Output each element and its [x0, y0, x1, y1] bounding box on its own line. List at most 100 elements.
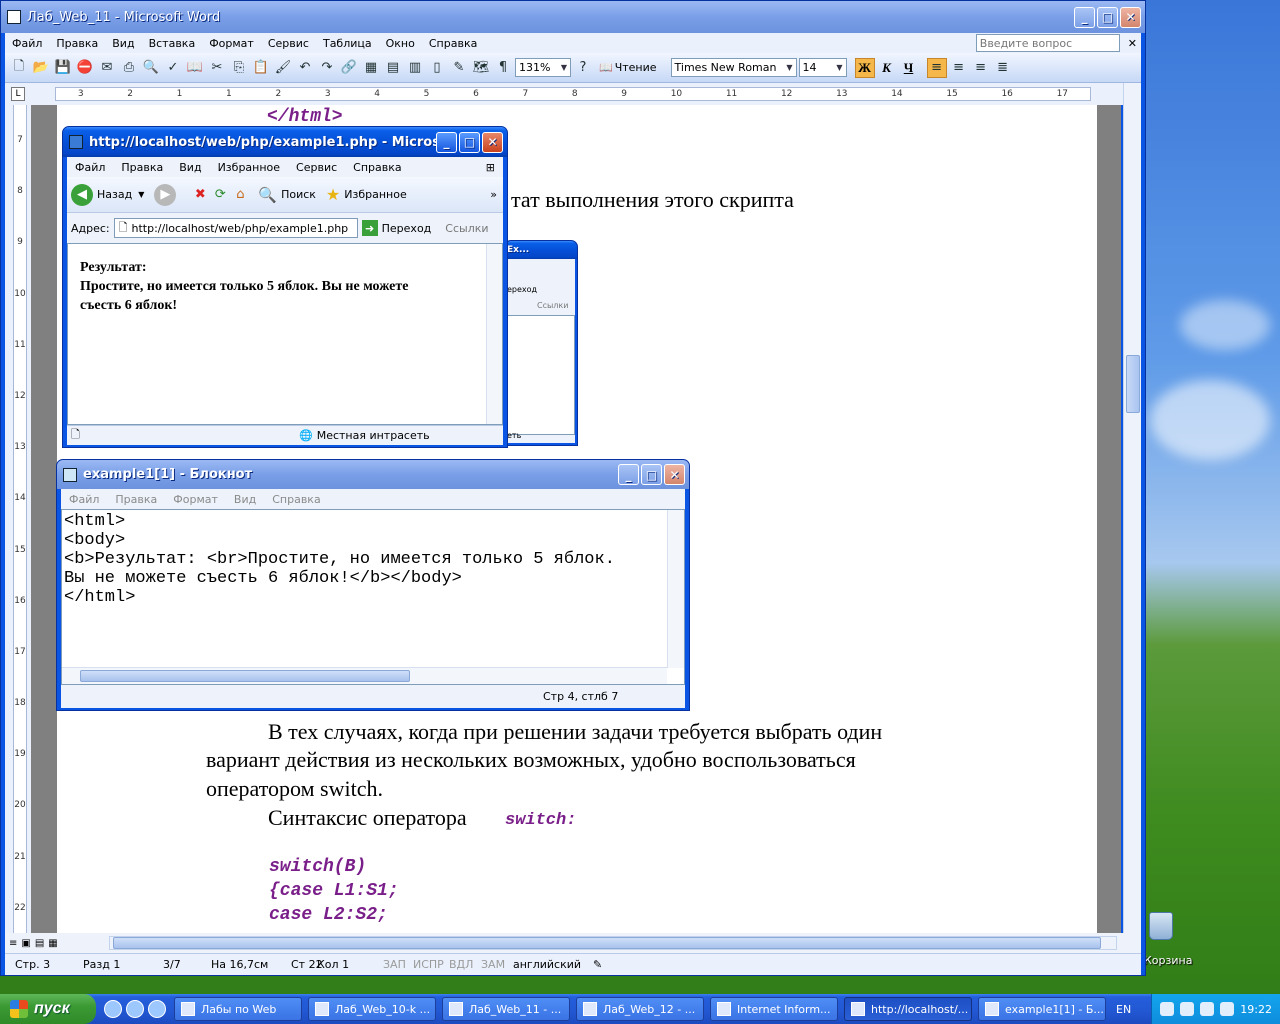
- scroll-thumb[interactable]: [1126, 355, 1140, 413]
- italic-button[interactable]: К: [877, 58, 897, 78]
- tray-icon[interactable]: [1220, 1002, 1235, 1016]
- spelling-status-icon[interactable]: ✎: [593, 958, 602, 971]
- ie-menu-view[interactable]: Вид: [171, 161, 209, 174]
- close-button[interactable]: ✕: [664, 464, 685, 485]
- ie-back-titlebar[interactable]: Ex...: [505, 241, 577, 259]
- tray-icon[interactable]: [1160, 1002, 1175, 1016]
- search-button[interactable]: 🔍 Поиск: [258, 186, 316, 204]
- print-icon[interactable]: ⎙: [119, 58, 139, 78]
- ie-menu-edit[interactable]: Правка: [113, 161, 171, 174]
- back-button[interactable]: ◀ Назад ▼: [67, 183, 144, 206]
- ruler-scale[interactable]: 3 2 1 1 2 3 4 5 6 7 8 9 10 11 12 13 14 1…: [55, 87, 1091, 101]
- tray-icon[interactable]: [1200, 1002, 1215, 1016]
- favorites-button[interactable]: ★ Избранное: [326, 185, 407, 204]
- minimize-button[interactable]: _: [1074, 6, 1095, 28]
- ie-back-window[interactable]: Ex... ереход Ссылки еть: [504, 240, 578, 446]
- notepad-text-area[interactable]: <html> <body> <b>Результат: <br>Простите…: [61, 509, 685, 685]
- stop-icon[interactable]: ✖: [190, 185, 210, 205]
- taskbar-button[interactable]: Лабы по Web: [174, 997, 302, 1021]
- menu-edit[interactable]: Правка: [49, 37, 105, 50]
- word-titlebar[interactable]: Лаб_Web_11 - Microsoft Word _ □ ✕: [1, 1, 1145, 33]
- links-label[interactable]: Ссылки: [445, 222, 488, 235]
- ask-question-input[interactable]: Введите вопрос: [975, 34, 1120, 52]
- taskbar-button[interactable]: example1[1] - Б...: [978, 997, 1106, 1021]
- home-icon[interactable]: ⌂: [230, 185, 250, 205]
- maximize-button[interactable]: □: [641, 464, 662, 485]
- ie-menu-file[interactable]: Файл: [67, 161, 113, 174]
- ie-titlebar[interactable]: http://localhost/web/php/example1.php - …: [63, 127, 507, 157]
- tab-stop-icon[interactable]: L: [11, 87, 25, 101]
- reading-button[interactable]: 📖 Чтение: [595, 61, 661, 74]
- format-painter-icon[interactable]: 🖌: [273, 58, 293, 78]
- hscroll-thumb[interactable]: [80, 670, 410, 682]
- columns-icon[interactable]: ▯: [427, 58, 447, 78]
- cut-icon[interactable]: ✂: [207, 58, 227, 78]
- close-doc-icon[interactable]: ✕: [1128, 37, 1137, 50]
- notepad-horizontal-scrollbar[interactable]: [62, 667, 667, 684]
- status-trk[interactable]: ИСПР: [413, 958, 444, 971]
- menu-insert[interactable]: Вставка: [142, 37, 203, 50]
- menu-table[interactable]: Таблица: [316, 37, 379, 50]
- undo-icon[interactable]: ↶: [295, 58, 315, 78]
- zoom-select[interactable]: 131% ▼: [515, 58, 571, 77]
- hscroll-thumb[interactable]: [113, 937, 1101, 949]
- font-size-select[interactable]: 14 ▼: [798, 58, 847, 77]
- taskbar-button[interactable]: Лаб_Web_11 - ...: [442, 997, 570, 1021]
- drawing-icon[interactable]: ✎: [449, 58, 469, 78]
- language-indicator[interactable]: EN: [1112, 1003, 1135, 1016]
- view-buttons[interactable]: ≡▣▤▦: [5, 938, 62, 949]
- maximize-button[interactable]: □: [1097, 6, 1118, 28]
- redo-icon[interactable]: ↷: [317, 58, 337, 78]
- refresh-icon[interactable]: ⟳: [210, 185, 230, 205]
- align-left-icon[interactable]: ≡: [926, 57, 947, 78]
- permission-icon[interactable]: ⛔: [75, 58, 95, 78]
- insert-excel-icon[interactable]: ▥: [405, 58, 425, 78]
- align-center-icon[interactable]: ≡: [949, 58, 969, 78]
- bold-button[interactable]: Ж: [854, 57, 875, 78]
- np-menu-format[interactable]: Формат: [165, 493, 226, 506]
- hyperlink-icon[interactable]: 🔗: [339, 58, 359, 78]
- start-button[interactable]: пуск: [0, 994, 96, 1024]
- open-folder-icon[interactable]: 📂: [31, 58, 51, 78]
- ie-menu-help[interactable]: Справка: [345, 161, 409, 174]
- taskbar-button[interactable]: Лаб_Web_12 - ...: [576, 997, 704, 1021]
- insert-table-icon[interactable]: ▤: [383, 58, 403, 78]
- menu-format[interactable]: Формат: [202, 37, 261, 50]
- save-icon[interactable]: 💾: [53, 58, 73, 78]
- menu-help[interactable]: Справка: [422, 37, 484, 50]
- status-ovr[interactable]: ЗАМ: [481, 958, 505, 971]
- copy-icon[interactable]: ⎘: [229, 58, 249, 78]
- ie-menu-tools[interactable]: Сервис: [288, 161, 345, 174]
- show-hide-icon[interactable]: ¶: [493, 58, 513, 78]
- maximize-button[interactable]: □: [459, 131, 480, 153]
- menu-window[interactable]: Окно: [379, 37, 422, 50]
- underline-button[interactable]: Ч: [899, 58, 919, 78]
- taskbar-button[interactable]: Лаб_Web_10-k ...: [308, 997, 436, 1021]
- forward-arrow-icon[interactable]: ▶: [154, 183, 177, 206]
- status-rec[interactable]: ЗАП: [383, 958, 406, 971]
- minimize-button[interactable]: _: [618, 464, 639, 485]
- ie-menu-favorites[interactable]: Избранное: [210, 161, 288, 174]
- np-menu-view[interactable]: Вид: [226, 493, 264, 506]
- doc-map-icon[interactable]: 🗺: [471, 58, 491, 78]
- close-button[interactable]: ✕: [1120, 6, 1141, 28]
- notepad-text[interactable]: <html> <body> <b>Результат: <br>Простите…: [64, 512, 615, 607]
- spelling-icon[interactable]: ✓: [163, 58, 183, 78]
- desktop-quicklaunch-icon[interactable]: [148, 1000, 166, 1018]
- media-quicklaunch-icon[interactable]: [126, 1000, 144, 1018]
- align-right-icon[interactable]: ≡: [971, 58, 991, 78]
- notepad-titlebar[interactable]: example1[1] - Блокнот _ □ ✕: [57, 460, 689, 489]
- paste-icon[interactable]: 📋: [251, 58, 271, 78]
- clock[interactable]: 19:22: [1240, 1003, 1272, 1016]
- email-icon[interactable]: ✉: [97, 58, 117, 78]
- menu-file[interactable]: Файл: [5, 37, 49, 50]
- new-document-icon[interactable]: 🗋: [9, 58, 29, 78]
- taskbar-button[interactable]: http://localhost/...: [844, 997, 972, 1021]
- font-name-select[interactable]: Times New Roman ▼: [670, 58, 797, 77]
- tables-borders-icon[interactable]: ▦: [361, 58, 381, 78]
- research-icon[interactable]: 📖: [185, 58, 205, 78]
- help-icon[interactable]: ?: [573, 58, 593, 78]
- status-ext[interactable]: ВДЛ: [449, 958, 473, 971]
- recycle-bin-icon[interactable]: Корзина: [1144, 912, 1192, 967]
- close-button[interactable]: ✕: [482, 131, 503, 153]
